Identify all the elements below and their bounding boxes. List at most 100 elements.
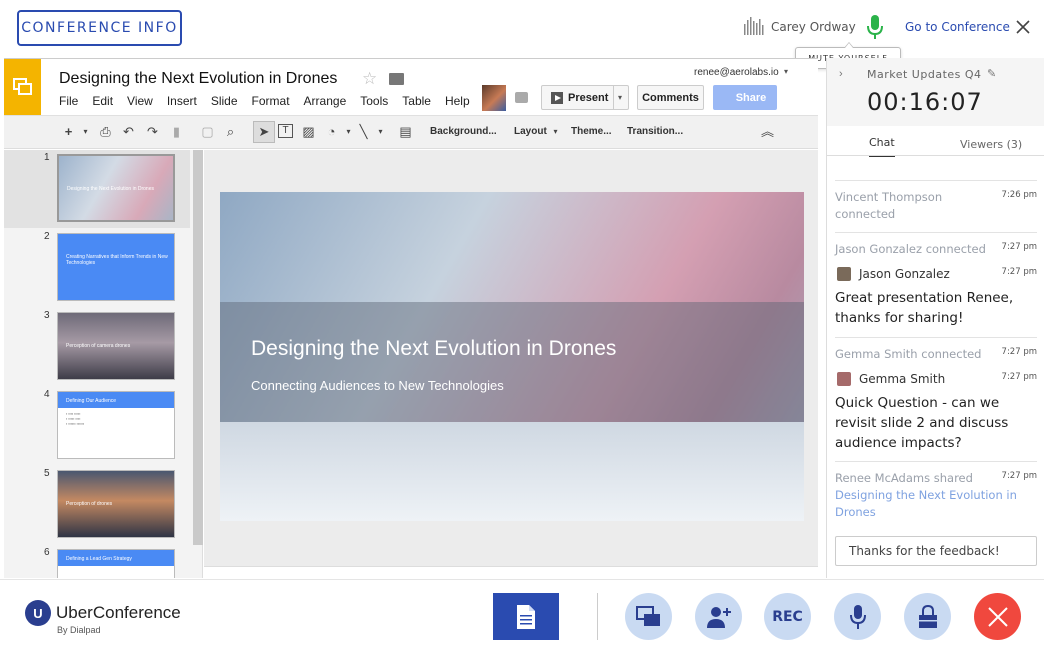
paint-format-icon[interactable]: ▮: [169, 124, 184, 139]
menu-table[interactable]: Table: [402, 94, 431, 108]
redo-icon[interactable]: ↷: [145, 124, 160, 139]
menu-edit[interactable]: Edit: [92, 94, 113, 108]
document-title[interactable]: Designing the Next Evolution in Drones: [59, 70, 337, 88]
menu-tools[interactable]: Tools: [360, 94, 388, 108]
chat-message: Jason Gonzalez 7:27 pm Great presentatio…: [835, 258, 1037, 336]
share-button[interactable]: Share: [713, 85, 777, 110]
main-slide[interactable]: Designing the Next Evolution in Drones C…: [220, 192, 804, 521]
select-cursor-icon[interactable]: ➤: [253, 121, 275, 143]
line-icon[interactable]: ╲: [356, 124, 371, 139]
theme-button[interactable]: Theme...: [571, 126, 612, 137]
menu-format[interactable]: Format: [252, 94, 290, 108]
tab-chat[interactable]: Chat: [869, 136, 895, 157]
timestamp: 7:26 pm: [1001, 190, 1037, 200]
timestamp: 7:27 pm: [1001, 267, 1037, 277]
tab-viewers[interactable]: Viewers (3): [960, 138, 1022, 151]
lock-conference-button[interactable]: [904, 593, 951, 640]
menu-insert[interactable]: Insert: [167, 94, 197, 108]
image-icon[interactable]: ▨: [301, 124, 316, 139]
layout-button[interactable]: Layout: [514, 126, 547, 137]
hang-up-button[interactable]: [974, 593, 1021, 640]
slide-thumbnail-5[interactable]: 5 Perception of drones: [4, 466, 190, 544]
slide-number: 4: [44, 389, 50, 400]
new-slide-icon[interactable]: +: [61, 124, 76, 139]
filmstrip-scrollbar[interactable]: [193, 150, 203, 545]
slide-number: 2: [44, 231, 50, 242]
collapse-panel-icon[interactable]: ›: [839, 68, 843, 80]
account-dropdown-icon[interactable]: ▾: [784, 67, 788, 76]
mute-button[interactable]: [834, 593, 881, 640]
speaker-notes-divider[interactable]: [204, 566, 818, 578]
record-button[interactable]: REC: [764, 593, 811, 640]
thumbnail-title: Defining Our Audience: [58, 392, 174, 408]
menu-bar: File Edit View Insert Slide Format Arran…: [59, 94, 484, 108]
folder-icon[interactable]: [389, 73, 404, 85]
conference-info-button[interactable]: CONFERENCE INFO: [17, 10, 182, 46]
star-icon[interactable]: ☆: [362, 69, 377, 89]
slide-thumbnail-6[interactable]: 6 Defining a Lead Gen Strategy: [4, 545, 190, 578]
slides-logo-icon[interactable]: [4, 59, 41, 115]
edit-icon[interactable]: ✎: [987, 67, 996, 80]
lock-icon: [918, 604, 937, 628]
thumbnail-image: Defining Our Audience ▪ ▪▪▪▪ ▪▪▪▪▪ ▪ ▪▪▪▪…: [57, 391, 175, 459]
shared-document-link[interactable]: Designing the Next Evolution in Drones: [835, 487, 1037, 521]
undo-icon[interactable]: ↶: [121, 124, 136, 139]
background-button[interactable]: Background...: [430, 126, 497, 137]
menu-view[interactable]: View: [127, 94, 153, 108]
chat-system-message: Renee McAdams shared Designing the Next …: [835, 461, 1037, 525]
text-box-icon[interactable]: T: [278, 124, 293, 138]
print-icon[interactable]: ⎙: [98, 124, 113, 139]
slide-number: 1: [44, 152, 50, 163]
thumbnail-title: Perception of drones: [66, 501, 113, 507]
thumbnail-image: Perception of drones: [57, 470, 175, 538]
shape-dropdown-icon[interactable]: ▾: [341, 124, 356, 139]
panel-header: › Market Updates Q4 ✎ 00:16:07: [827, 58, 1044, 126]
active-speaker-name: Carey Ordway: [771, 20, 856, 34]
shape-icon[interactable]: ◔: [324, 124, 339, 139]
slide-thumbnail-1[interactable]: 1 Designing the Next Evolution in Drones: [4, 150, 190, 228]
slide-thumbnail-3[interactable]: 3 Perception of camera drones: [4, 308, 190, 386]
account-email[interactable]: renee@aerolabs.io: [694, 67, 779, 78]
screen-share-button[interactable]: [625, 593, 672, 640]
avatar[interactable]: [482, 85, 506, 111]
chevron-down-icon: ▾: [618, 93, 623, 102]
slide-subtitle: Connecting Audiences to New Technologies: [251, 378, 504, 393]
menu-slide[interactable]: Slide: [211, 94, 238, 108]
chat-system-message: Jason Gonzalez connected 7:27 pm: [835, 232, 1037, 258]
transition-button[interactable]: Transition...: [627, 126, 683, 137]
microphone-icon[interactable]: [865, 14, 885, 40]
comments-button[interactable]: Comments: [637, 85, 704, 110]
slide-thumbnail-4[interactable]: 4 Defining Our Audience ▪ ▪▪▪▪ ▪▪▪▪▪ ▪ ▪▪…: [4, 387, 190, 465]
avatar: [837, 372, 851, 386]
chat-input[interactable]: Thanks for the feedback!: [835, 536, 1037, 566]
thumbnail-title: Perception of camera drones: [66, 343, 131, 349]
share-document-button[interactable]: [493, 593, 559, 640]
menu-help[interactable]: Help: [445, 94, 470, 108]
line-dropdown-icon[interactable]: ▾: [373, 124, 388, 139]
layout-dropdown-icon[interactable]: ▾: [548, 124, 563, 139]
comment-add-icon[interactable]: ▤: [398, 124, 413, 139]
present-label: Present: [568, 91, 609, 104]
thumbnail-body: ▪ ▪▪▪▪ ▪▪▪▪▪ ▪ ▪▪▪▪▪ ▪▪▪▪ ▪ ▪▪▪▪▪▪ ▪▪▪▪▪▪: [66, 412, 85, 426]
collapse-toolbar-icon[interactable]: ︽: [760, 124, 775, 139]
close-icon[interactable]: [1015, 19, 1031, 35]
sender-name: Gemma Smith: [859, 372, 946, 386]
thumbnail-image: Defining a Lead Gen Strategy: [57, 549, 175, 578]
add-participant-button[interactable]: [695, 593, 742, 640]
go-to-conference-link[interactable]: Go to Conference: [905, 20, 1010, 34]
new-slide-dropdown-icon[interactable]: ▾: [78, 124, 93, 139]
zoom-icon[interactable]: ⌕: [223, 124, 238, 139]
conference-panel: › Market Updates Q4 ✎ 00:16:07 Chat View…: [826, 58, 1044, 578]
slide-thumbnail-2[interactable]: 2 Creating Narratives that Inform Trends…: [4, 229, 190, 307]
present-dropdown[interactable]: ▾: [613, 85, 630, 110]
avatar: [837, 267, 851, 281]
menu-file[interactable]: File: [59, 94, 78, 108]
zoom-fit-icon[interactable]: ▢: [200, 124, 215, 139]
microphone-icon: [849, 604, 866, 629]
comment-icon[interactable]: [515, 92, 528, 103]
message-text: Quick Question - can we revisit slide 2 …: [835, 395, 1009, 451]
menu-arrange[interactable]: Arrange: [304, 94, 347, 108]
brand-name: UberConference: [56, 603, 181, 622]
thumbnail-image: Designing the Next Evolution in Drones: [57, 154, 175, 222]
system-text: Vincent Thompson connected: [835, 190, 943, 221]
